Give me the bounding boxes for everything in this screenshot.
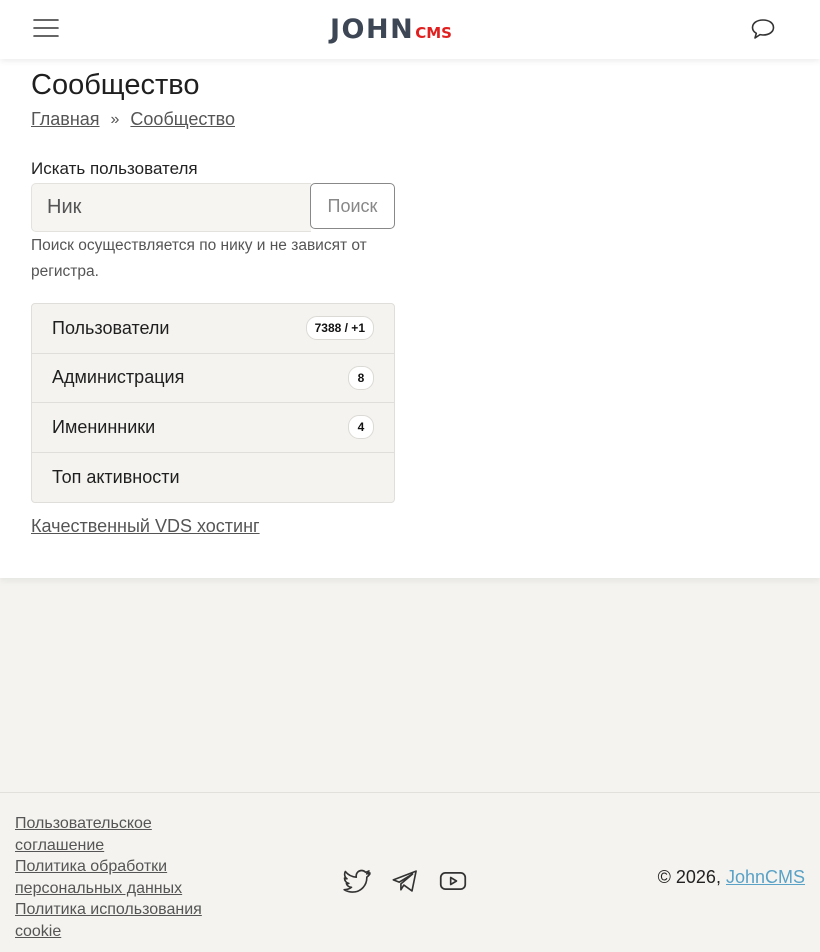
twitter-icon[interactable] <box>343 867 371 895</box>
search-button[interactable]: Поиск <box>310 183 395 229</box>
search-label: Искать пользователя <box>31 159 198 178</box>
community-menu-list: Пользователи 7388 / +1 Администрация 8 И… <box>31 303 395 503</box>
breadcrumb-community-link[interactable]: Сообщество <box>130 109 235 130</box>
user-agreement-link[interactable]: Пользовательское соглашение <box>15 813 225 856</box>
johncms-link[interactable]: JohnCMS <box>726 867 805 887</box>
count-badge: 8 <box>348 365 374 390</box>
copyright-text: © 2026, <box>657 867 721 887</box>
site-header: JOHN CMS <box>0 0 820 59</box>
youtube-icon[interactable] <box>439 867 467 895</box>
privacy-policy-link[interactable]: Политика обработки персональных данных <box>15 856 225 899</box>
count-badge: 7388 / +1 <box>305 316 374 341</box>
list-item-birthdays[interactable]: Именинники 4 <box>32 403 394 453</box>
cookie-policy-link[interactable]: Политика использования cookie <box>15 899 225 942</box>
list-item-label: Топ активности <box>52 466 180 487</box>
logo-sub-text: CMS <box>415 24 452 42</box>
social-links <box>343 867 487 895</box>
site-footer: Пользовательское соглашение Политика обр… <box>0 792 820 952</box>
hamburger-menu-icon[interactable] <box>33 17 59 39</box>
list-item-label: Администрация <box>52 367 185 388</box>
search-hint: Поиск осуществляется по нику и не завися… <box>31 237 367 280</box>
main-content: Сообщество Главная » Сообщество Искать п… <box>0 59 820 578</box>
list-item-label: Именинники <box>52 416 156 437</box>
site-logo[interactable]: JOHN CMS <box>330 15 452 45</box>
list-item-top-activity[interactable]: Топ активности <box>32 453 394 503</box>
count-badge: 4 <box>348 415 374 440</box>
breadcrumb-home-link[interactable]: Главная <box>31 109 100 130</box>
copyright: © 2026, JohnCMS <box>658 867 805 888</box>
breadcrumb-separator: » <box>110 110 120 128</box>
list-item-users[interactable]: Пользователи 7388 / +1 <box>32 304 394 354</box>
logo-main-text: JOHN <box>330 14 415 45</box>
list-item-administration[interactable]: Администрация 8 <box>32 354 394 403</box>
breadcrumb: Главная » Сообщество <box>31 109 235 130</box>
chat-bubble-icon[interactable] <box>750 17 776 41</box>
telegram-icon[interactable] <box>391 867 419 895</box>
footer-links: Пользовательское соглашение Политика обр… <box>15 813 225 942</box>
vds-hosting-link[interactable]: Качественный VDS хостинг <box>31 516 260 537</box>
list-item-label: Пользователи <box>52 317 170 338</box>
page-title: Сообщество <box>31 69 200 101</box>
nick-search-input[interactable] <box>31 183 311 232</box>
